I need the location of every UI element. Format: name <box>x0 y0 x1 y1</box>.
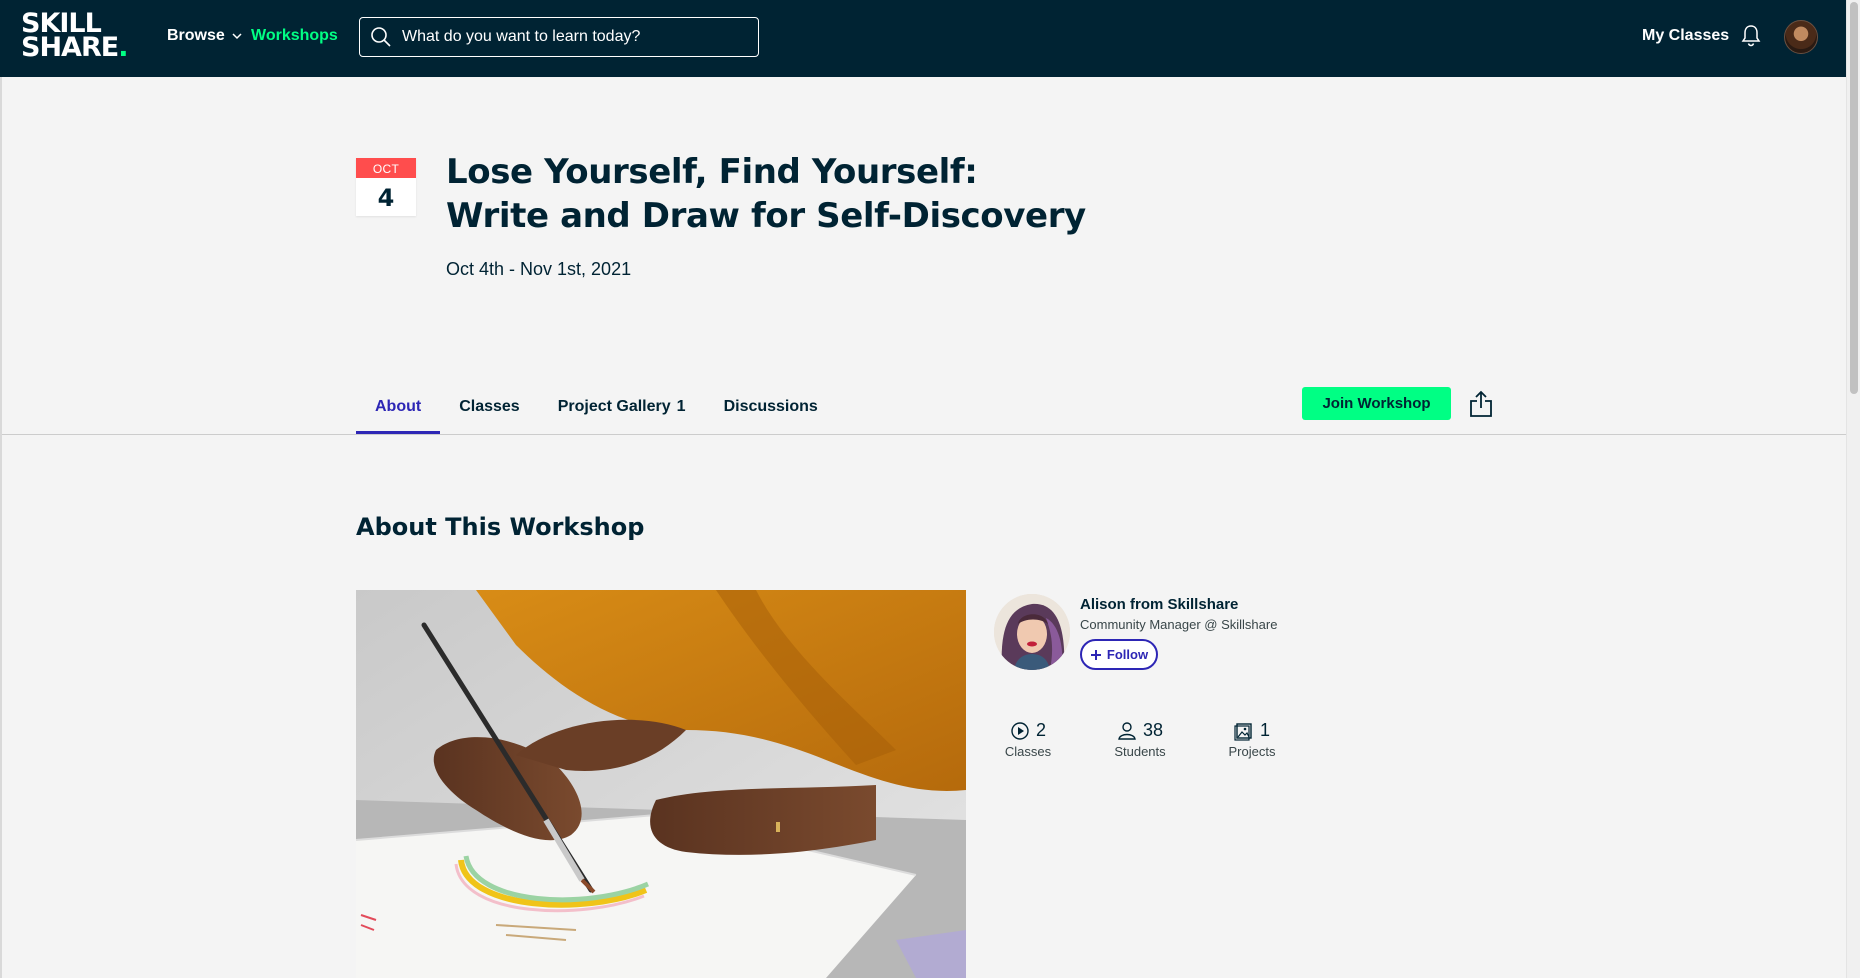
skillshare-logo[interactable]: SKILL SHARE. <box>21 10 131 64</box>
play-circle-icon <box>1011 721 1029 740</box>
stat-students-value: 38 <box>1142 720 1164 740</box>
browse-menu[interactable]: Browse <box>167 27 243 45</box>
tab-classes-label: Classes <box>459 398 520 415</box>
my-classes-link[interactable]: My Classes <box>1642 27 1729 45</box>
workshop-tabs: About Classes Project Gallery 1 Discussio… <box>356 385 837 435</box>
about-heading: About This Workshop <box>356 513 645 541</box>
tab-discussions[interactable]: Discussions <box>705 385 837 435</box>
date-badge: OCT 4 <box>356 158 416 216</box>
stat-projects-label: Projects <box>1228 744 1276 759</box>
browse-label: Browse <box>167 27 225 44</box>
user-avatar[interactable] <box>1784 20 1818 54</box>
search-input[interactable] <box>402 28 742 46</box>
instructor-role: Community Manager @ Skillshare <box>1080 617 1278 632</box>
date-badge-month: OCT <box>356 158 416 178</box>
workshop-hero-image <box>356 590 966 978</box>
date-badge-day: 4 <box>377 184 395 212</box>
share-icon[interactable] <box>1468 389 1494 419</box>
join-workshop-button[interactable]: Join Workshop <box>1302 387 1451 420</box>
page-left-edge <box>0 77 2 978</box>
tab-discussions-label: Discussions <box>723 398 818 415</box>
stat-classes-value: 2 <box>1035 720 1046 740</box>
workshop-date-range: Oct 4th - Nov 1st, 2021 <box>446 259 632 279</box>
stat-students-label: Students <box>1114 744 1166 759</box>
plus-icon <box>1090 649 1101 660</box>
tab-project-gallery[interactable]: Project Gallery 1 <box>539 385 705 435</box>
logo-dot: . <box>118 32 128 63</box>
tab-classes[interactable]: Classes <box>440 385 539 435</box>
image-gallery-icon <box>1234 722 1252 741</box>
workshop-title: Lose Yourself, Find Yourself: Write and … <box>446 152 1086 236</box>
scrollbar-thumb[interactable] <box>1850 2 1858 394</box>
follow-button[interactable]: Follow <box>1080 639 1158 670</box>
stat-projects-value: 1 <box>1259 720 1270 740</box>
search-icon <box>371 27 391 47</box>
instructor-avatar[interactable] <box>994 594 1070 670</box>
tab-about-label: About <box>375 398 422 415</box>
tab-about[interactable]: About <box>356 385 441 435</box>
user-icon <box>1118 721 1136 740</box>
chevron-down-icon <box>232 33 242 40</box>
workshops-link[interactable]: Workshops <box>251 27 338 45</box>
logo-line-2: SHARE <box>21 32 119 63</box>
painting-hands-illustration <box>356 590 966 978</box>
bell-icon[interactable] <box>1740 24 1762 48</box>
tabs-divider <box>2 434 1846 435</box>
stat-students: 38 Students <box>1095 720 1185 759</box>
stat-projects: 1 Projects <box>1207 720 1297 759</box>
top-navigation-bar: SKILL SHARE. Browse Workshops My Classes <box>0 0 1846 77</box>
search-bar[interactable] <box>359 17 759 57</box>
page-scrollbar[interactable] <box>1846 0 1860 978</box>
follow-label: Follow <box>1106 647 1149 662</box>
instructor-photo <box>994 594 1070 670</box>
tab-project-gallery-label: Project Gallery <box>557 398 671 415</box>
stat-classes-label: Classes <box>1004 744 1052 759</box>
instructor-name[interactable]: Alison from Skillshare <box>1080 596 1238 613</box>
tab-project-gallery-count: 1 <box>676 398 686 415</box>
stat-classes: 2 Classes <box>983 720 1073 759</box>
